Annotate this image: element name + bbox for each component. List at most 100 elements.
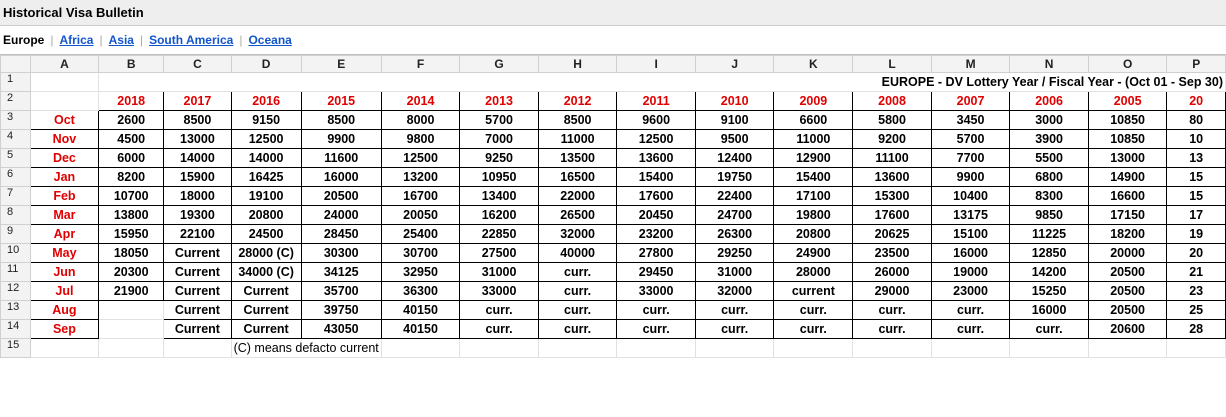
data-cell[interactable]: 9250: [459, 148, 539, 168]
data-cell[interactable]: 19000: [930, 262, 1011, 282]
data-cell[interactable]: 16700: [380, 186, 461, 206]
column-header-p[interactable]: P: [1166, 55, 1226, 73]
data-cell[interactable]: 6600: [773, 110, 854, 130]
data-cell[interactable]: 26300: [694, 224, 775, 244]
data-cell[interactable]: 17600: [852, 205, 932, 225]
data-cell[interactable]: 80: [1166, 110, 1226, 130]
data-cell[interactable]: 12850: [1009, 243, 1089, 263]
data-cell[interactable]: curr.: [537, 319, 618, 339]
data-cell[interactable]: 20050: [380, 205, 461, 225]
data-cell[interactable]: 14200: [1009, 262, 1089, 282]
data-cell[interactable]: 27800: [616, 243, 696, 263]
column-header-h[interactable]: H: [537, 55, 618, 73]
data-cell[interactable]: 17100: [773, 186, 854, 206]
data-cell[interactable]: curr.: [537, 300, 618, 320]
data-cell[interactable]: 20500: [300, 186, 382, 206]
column-header-n[interactable]: N: [1009, 55, 1089, 73]
data-cell[interactable]: 9100: [694, 110, 775, 130]
data-cell[interactable]: 12500: [230, 129, 302, 149]
data-cell[interactable]: 15: [1166, 186, 1226, 206]
cell-empty[interactable]: [380, 338, 461, 358]
data-cell[interactable]: 10: [1166, 129, 1226, 149]
month-label[interactable]: Nov: [29, 129, 100, 149]
data-cell[interactable]: curr.: [694, 319, 775, 339]
tab-oceana[interactable]: Oceana: [248, 33, 291, 47]
data-cell[interactable]: 15300: [852, 186, 932, 206]
cell-empty[interactable]: [773, 338, 854, 358]
data-cell[interactable]: 16200: [459, 205, 539, 225]
data-cell[interactable]: 7000: [459, 129, 539, 149]
data-cell[interactable]: 19800: [773, 205, 854, 225]
data-cell[interactable]: 22100: [163, 224, 232, 244]
data-cell[interactable]: 13600: [852, 167, 932, 187]
year-header[interactable]: 2018: [98, 91, 165, 111]
row-header[interactable]: 6: [0, 167, 31, 187]
data-cell[interactable]: 12400: [694, 148, 775, 168]
data-cell[interactable]: 10850: [1087, 110, 1168, 130]
month-label[interactable]: May: [29, 243, 100, 263]
data-cell[interactable]: 23200: [616, 224, 696, 244]
data-cell[interactable]: 30700: [380, 243, 461, 263]
data-cell[interactable]: 9800: [380, 129, 461, 149]
data-cell[interactable]: 11225: [1009, 224, 1089, 244]
data-cell[interactable]: 20600: [1087, 319, 1168, 339]
data-cell[interactable]: 15950: [98, 224, 165, 244]
data-cell[interactable]: 9900: [930, 167, 1011, 187]
cell-empty[interactable]: [852, 338, 932, 358]
row-header[interactable]: 7: [0, 186, 31, 206]
data-cell[interactable]: 12500: [616, 129, 696, 149]
data-cell[interactable]: curr.: [616, 319, 696, 339]
data-cell[interactable]: 23000: [930, 281, 1011, 301]
data-cell[interactable]: 20800: [230, 205, 302, 225]
cell-empty[interactable]: [1087, 338, 1168, 358]
year-header[interactable]: 2016: [230, 91, 302, 111]
data-cell[interactable]: 22850: [459, 224, 539, 244]
year-header[interactable]: 2005: [1087, 91, 1168, 111]
cell-empty[interactable]: [163, 338, 232, 358]
data-cell[interactable]: 9150: [230, 110, 302, 130]
data-cell[interactable]: 8300: [1009, 186, 1089, 206]
data-cell[interactable]: 11000: [537, 129, 618, 149]
data-cell[interactable]: 16000: [1009, 300, 1089, 320]
data-cell[interactable]: [98, 319, 165, 339]
tab-south-america[interactable]: South America: [149, 33, 233, 47]
data-cell[interactable]: 24500: [230, 224, 302, 244]
data-cell[interactable]: 11000: [773, 129, 854, 149]
data-cell[interactable]: 26000: [852, 262, 932, 282]
data-cell[interactable]: 5700: [459, 110, 539, 130]
row-header[interactable]: 10: [0, 243, 31, 263]
data-cell[interactable]: 17600: [616, 186, 696, 206]
data-cell[interactable]: curr.: [459, 319, 539, 339]
data-cell[interactable]: 40000: [537, 243, 618, 263]
year-header[interactable]: 2012: [537, 91, 618, 111]
data-cell[interactable]: 17150: [1087, 205, 1168, 225]
data-cell[interactable]: 5500: [1009, 148, 1089, 168]
data-cell[interactable]: 13800: [98, 205, 165, 225]
data-cell[interactable]: 5800: [852, 110, 932, 130]
row-header[interactable]: 4: [0, 129, 31, 149]
data-cell[interactable]: curr.: [459, 300, 539, 320]
year-header[interactable]: 20: [1166, 91, 1226, 111]
data-cell[interactable]: 20: [1166, 243, 1226, 263]
row-header[interactable]: 15: [0, 338, 31, 358]
data-cell[interactable]: 25: [1166, 300, 1226, 320]
data-cell[interactable]: 39750: [300, 300, 382, 320]
data-cell[interactable]: 22000: [537, 186, 618, 206]
data-cell[interactable]: 15900: [163, 167, 232, 187]
data-cell[interactable]: 27500: [459, 243, 539, 263]
cell-empty[interactable]: [98, 338, 165, 358]
column-header-m[interactable]: M: [930, 55, 1011, 73]
data-cell[interactable]: curr.: [537, 262, 618, 282]
data-cell[interactable]: 32950: [380, 262, 461, 282]
data-cell[interactable]: 2600: [98, 110, 165, 130]
data-cell[interactable]: curr.: [537, 281, 618, 301]
data-cell[interactable]: 13175: [930, 205, 1011, 225]
corner-cell[interactable]: [0, 55, 31, 73]
data-cell[interactable]: Current: [163, 243, 232, 263]
data-cell[interactable]: 18000: [163, 186, 232, 206]
year-header[interactable]: 2011: [616, 91, 696, 111]
data-cell[interactable]: 32000: [694, 281, 775, 301]
data-cell[interactable]: 15250: [1009, 281, 1089, 301]
data-cell[interactable]: 20500: [1087, 281, 1168, 301]
month-label[interactable]: Mar: [29, 205, 100, 225]
